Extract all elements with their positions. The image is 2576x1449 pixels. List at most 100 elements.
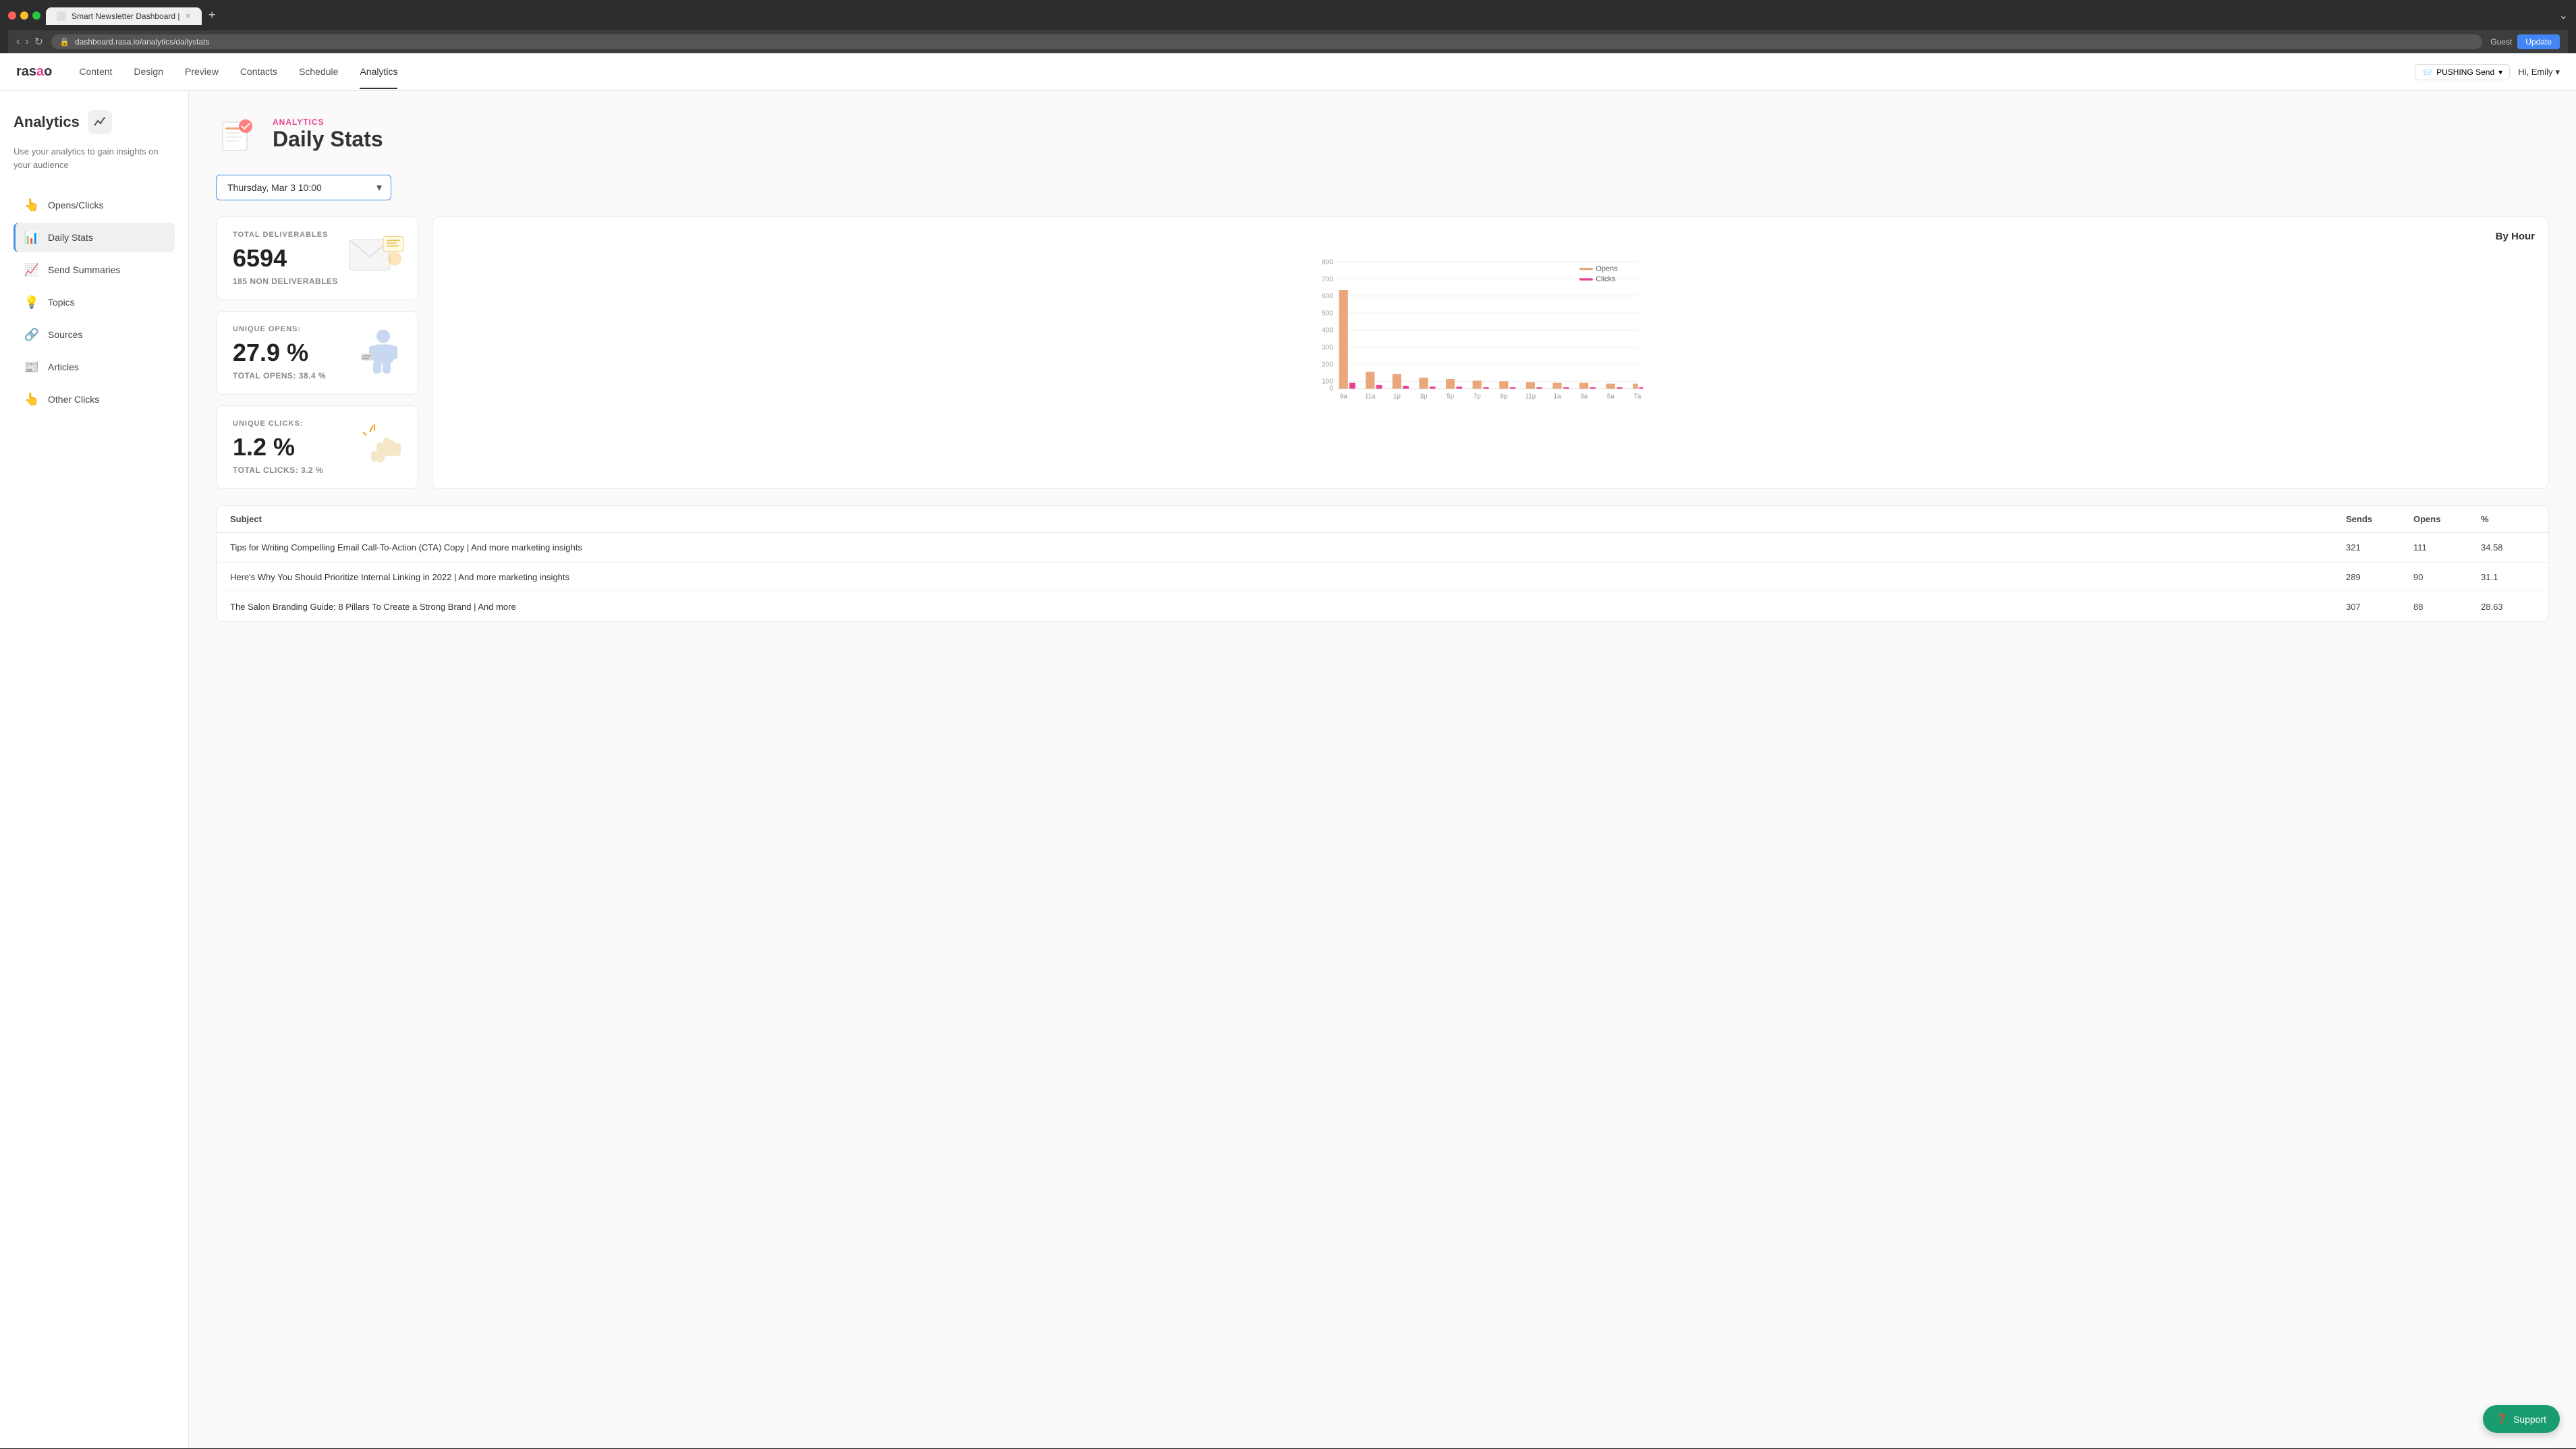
newsletter-badge[interactable]: 📨 PUSHING Send ▾ [2415,64,2510,80]
page-icon [216,113,259,156]
sidebar-header: Analytics [13,110,175,134]
tab-title: Smart Newsletter Dashboard | [72,11,180,21]
chevron-down-icon: ▾ [2555,67,2560,78]
new-tab-btn[interactable]: + [203,5,221,25]
sidebar-description: Use your analytics to gain insights on y… [13,145,175,171]
svg-text:1a: 1a [1553,393,1561,401]
dropdown-icon: ▾ [2498,67,2502,77]
nav-analytics[interactable]: Analytics [360,55,397,89]
row-1-subject: Here's Why You Should Prioritize Interna… [230,572,2346,582]
sidebar: Analytics Use your analytics to gain ins… [0,91,189,1448]
svg-text:Clicks: Clicks [1596,275,1616,283]
url-text: dashboard.rasa.io/analytics/dailystats [75,37,209,47]
date-select[interactable]: Thursday, Mar 3 10:00 Wednesday, Mar 2 1… [216,175,391,200]
user-area: Guest Update [2490,34,2560,49]
nav-design[interactable]: Design [134,55,163,89]
analytics-icon [88,110,112,134]
nav-content[interactable]: Content [79,55,112,89]
sidebar-item-topics[interactable]: 💡 Topics [13,287,175,317]
svg-text:7p: 7p [1474,393,1482,401]
svg-text:300: 300 [1322,344,1333,351]
svg-text:1p: 1p [1393,393,1401,401]
top-nav: rasao Content Design Preview Contacts Sc… [0,53,2576,91]
col-header-opens: Opens [2413,514,2481,524]
row-0-opens: 111 [2413,542,2481,552]
table-header: Subject Sends Opens % [217,506,2548,533]
sidebar-title: Analytics [13,113,80,131]
maximize-window-btn[interactable] [32,11,40,20]
nav-links: Content Design Preview Contacts Schedule… [79,55,397,89]
reload-btn[interactable]: ↻ [34,35,43,49]
articles-icon: 📰 [24,359,40,375]
chart-container: 800 700 600 500 400 300 200 100 0 [446,253,2535,405]
row-2-subject: The Salon Branding Guide: 8 Pillars To C… [230,602,2346,612]
svg-text:200: 200 [1322,361,1333,368]
cursor-illustration [360,419,407,476]
browser-user: Guest [2490,37,2512,47]
expand-btn[interactable]: ⌄ [2559,9,2568,22]
user-greeting[interactable]: Hi, Emily ▾ [2518,67,2560,78]
topics-icon: 💡 [24,294,40,310]
forward-btn[interactable]: › [25,35,28,49]
sidebar-label-daily-stats: Daily Stats [48,232,93,243]
page-title: Daily Stats [273,127,383,152]
address-bar: ‹ › ↻ 🔒 dashboard.rasa.io/analytics/dail… [8,30,2568,53]
chart-area: By Hour 800 700 600 500 400 300 200 100 [432,217,2549,489]
svg-text:600: 600 [1322,293,1333,300]
table-row: Here's Why You Should Prioritize Interna… [217,563,2548,592]
update-button[interactable]: Update [2517,34,2560,49]
nav-schedule[interactable]: Schedule [299,55,338,89]
stat-card-deliverables: TOTAL DELIVERABLES 6594 185 NON DELIVERA… [216,217,418,300]
traffic-lights [8,11,40,20]
nav-right: 📨 PUSHING Send ▾ Hi, Emily ▾ [2415,64,2560,80]
newsletter-name: PUSHING Send [2436,67,2494,77]
sidebar-item-articles[interactable]: 📰 Articles [13,352,175,382]
back-btn[interactable]: ‹ [16,35,20,49]
row-0-percent: 34.58 [2481,542,2535,552]
opens-clicks-icon: 👆 [24,197,40,213]
stat-card-opens: UNIQUE OPENS: 27.9 % TOTAL OPENS: 38.4 % [216,311,418,395]
svg-text:9p: 9p [1500,393,1508,401]
newsletter-icon: 📨 [2422,67,2432,77]
svg-text:5a: 5a [1607,393,1615,401]
row-1-sends: 289 [2346,572,2413,582]
page-header: ANALYTICS Daily Stats [216,113,2549,156]
browser-tab[interactable]: Smart Newsletter Dashboard | ✕ [46,7,202,25]
url-bar[interactable]: 🔒 dashboard.rasa.io/analytics/dailystats [51,34,2482,49]
svg-text:800: 800 [1322,259,1333,266]
row-1-opens: 90 [2413,572,2481,582]
tab-bar: Smart Newsletter Dashboard | ✕ + [46,5,221,25]
svg-text:11a: 11a [1365,393,1376,401]
row-2-opens: 88 [2413,602,2481,612]
nav-contacts[interactable]: Contacts [240,55,277,89]
svg-text:400: 400 [1322,327,1333,335]
sidebar-item-sources[interactable]: 🔗 Sources [13,320,175,349]
sidebar-label-other-clicks: Other Clicks [48,394,99,405]
app: rasao Content Design Preview Contacts Sc… [0,53,2576,1448]
sidebar-label-sources: Sources [48,329,82,340]
sidebar-label-send-summaries: Send Summaries [48,264,120,275]
close-window-btn[interactable] [8,11,16,20]
minimize-window-btn[interactable] [20,11,28,20]
support-button[interactable]: ❓ Support [2483,1405,2560,1433]
close-tab-btn[interactable]: ✕ [186,13,191,20]
layout: Analytics Use your analytics to gain ins… [0,91,2576,1448]
sidebar-item-opens-clicks[interactable]: 👆 Opens/Clicks [13,190,175,220]
col-header-subject: Subject [230,514,2346,524]
sidebar-item-other-clicks[interactable]: 👆 Other Clicks [13,385,175,414]
stat-card-clicks: UNIQUE CLICKS: 1.2 % TOTAL CLICKS: 3.2 % [216,405,418,489]
chart-title: By Hour [446,231,2535,242]
sidebar-item-daily-stats[interactable]: 📊 Daily Stats [13,223,175,252]
stats-cards: TOTAL DELIVERABLES 6594 185 NON DELIVERA… [216,217,418,489]
table-area: Subject Sends Opens % Tips for Writing C… [216,505,2549,622]
sidebar-label-topics: Topics [48,297,75,308]
stats-grid: TOTAL DELIVERABLES 6594 185 NON DELIVERA… [216,217,2549,489]
nav-preview[interactable]: Preview [185,55,219,89]
logo: rasao [16,64,52,80]
col-header-sends: Sends [2346,514,2413,524]
envelope-illustration [346,233,407,284]
row-2-percent: 28.63 [2481,602,2535,612]
table-row: The Salon Branding Guide: 8 Pillars To C… [217,592,2548,621]
svg-text:700: 700 [1322,276,1333,283]
sidebar-item-send-summaries[interactable]: 📈 Send Summaries [13,255,175,285]
